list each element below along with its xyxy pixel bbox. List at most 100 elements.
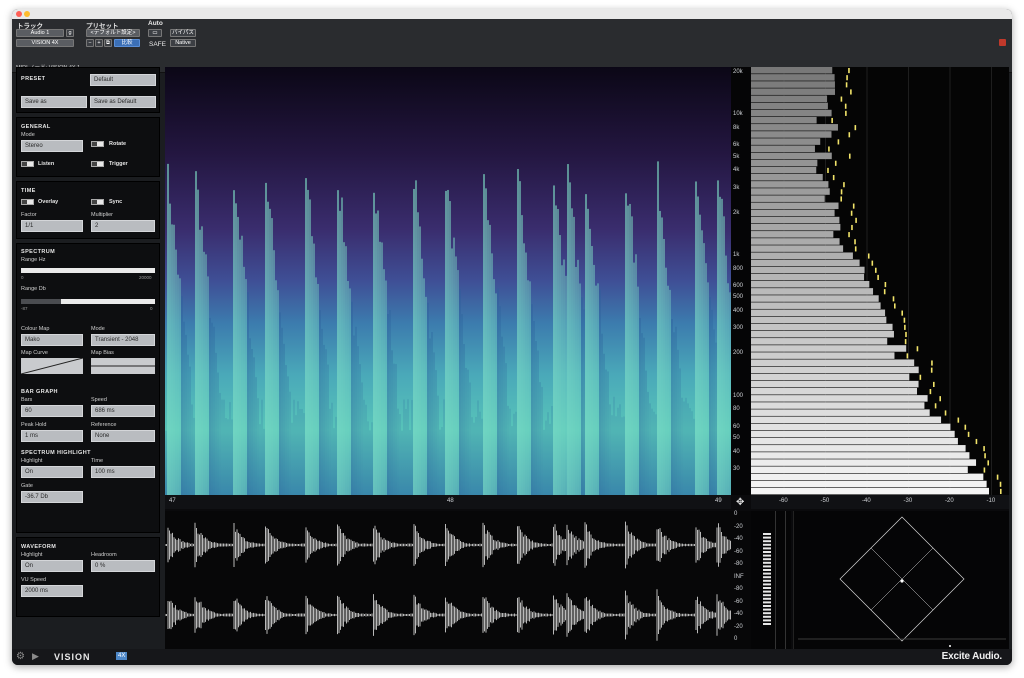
db-label: -30 — [903, 498, 913, 504]
freq-label: 10k — [733, 111, 743, 118]
copy-icon[interactable]: ⧉ — [104, 39, 112, 47]
factor-label: Factor — [21, 212, 37, 218]
wave-scale-label: 0 — [734, 636, 738, 642]
bar-graph[interactable] — [751, 67, 1009, 495]
waveform-title: WAVEFORM — [21, 544, 57, 550]
freq-label: 100 — [733, 392, 744, 399]
save-as-button[interactable]: Save as — [21, 96, 87, 108]
speed-field[interactable]: 686 ms — [91, 405, 155, 417]
compare-button[interactable]: 比較 — [114, 39, 140, 47]
factor-select[interactable]: 1/1 — [21, 220, 83, 232]
db-label: -50 — [820, 498, 830, 504]
track-group-button[interactable]: g — [66, 29, 74, 37]
map-bias-graph[interactable] — [91, 358, 155, 374]
headroom-label: Headroom — [91, 552, 117, 558]
spectrum-panel: SPECTRUM Range Hz 0 20000 Range Db -87 0… — [16, 243, 160, 533]
bypass-button[interactable]: バイパス — [170, 29, 196, 37]
multiplier-label: Multiplier — [91, 212, 114, 218]
freq-label: 2k — [733, 209, 740, 216]
colour-map-select[interactable]: Mako — [21, 334, 83, 346]
spectrum-highlight-title: SPECTRUM HIGHLIGHT — [21, 450, 91, 456]
waveform-display[interactable] — [165, 511, 731, 649]
range-db-min: -87 — [21, 306, 28, 311]
preset-select[interactable]: <デフォルト設定> — [86, 29, 140, 37]
highlight-time-field[interactable]: 100 ms — [91, 466, 155, 478]
db-label: -60 — [779, 498, 788, 504]
frequency-axis: 20k 10k 8k 6k 5k 4k 3k 2k 1k 800 600 500 400 300 200 10… — [731, 67, 751, 495]
close-dot[interactable] — [16, 11, 22, 17]
map-curve-label: Map Curve — [21, 350, 48, 356]
plugin-window: トラック プリセット Auto Audio 1 g VISION 4X <デフォ… — [12, 9, 1012, 665]
freq-label: 500 — [733, 294, 744, 301]
range-db-slider[interactable] — [61, 299, 155, 304]
bar-graph-bars — [751, 67, 989, 495]
wave-scale-label: -20 — [734, 523, 743, 530]
vu-speed-field[interactable]: 2000 ms — [21, 585, 83, 597]
time-label: 47 — [169, 498, 176, 504]
freq-label: 5k — [733, 153, 740, 160]
bars-label: Bars — [21, 397, 33, 403]
close-icon[interactable] — [999, 39, 1006, 46]
preset-plus-button[interactable]: + — [95, 39, 103, 47]
map-curve-graph[interactable] — [21, 358, 83, 374]
spectrogram[interactable] — [165, 67, 731, 495]
wave-scale-label: 0 — [734, 511, 738, 517]
preset-name-field[interactable]: Default — [90, 74, 156, 86]
freq-label: 800 — [733, 265, 744, 272]
reference-label: Reference — [91, 422, 117, 428]
range-hz-slider[interactable] — [21, 268, 155, 273]
vu-meter — [751, 511, 791, 649]
safe-label[interactable]: SAFE — [149, 41, 166, 48]
db-label: -40 — [862, 498, 871, 504]
expand-icon[interactable]: ✥ — [736, 497, 744, 508]
peak-hold-field[interactable]: 1 ms — [21, 430, 83, 442]
highlight-label: Highlight — [21, 458, 43, 464]
general-title: GENERAL — [21, 124, 51, 130]
time-axis: 47 48 49 — [165, 495, 731, 509]
highlight-time-label: Time — [91, 458, 104, 464]
rotate-toggle[interactable] — [91, 141, 104, 147]
multiplier-field[interactable]: 2 — [91, 220, 155, 232]
preset-panel: PRESET Default Save as Save as Default — [16, 67, 160, 113]
gate-label: Gate — [21, 483, 33, 489]
brand-logo: Excite Audio. — [941, 651, 1003, 662]
preset-minus-button[interactable]: − — [86, 39, 94, 47]
freq-label: 40 — [733, 448, 740, 455]
highlight-select[interactable]: On — [21, 466, 83, 478]
headroom-field[interactable]: 0 % — [91, 560, 155, 572]
range-db-slider-track[interactable] — [21, 299, 61, 304]
auto-label: Auto — [148, 20, 163, 27]
range-db-label: Range Db — [21, 286, 46, 292]
minimize-dot[interactable] — [24, 11, 30, 17]
freq-label: 6k — [733, 142, 740, 149]
settings-icon[interactable]: ⚙ — [16, 651, 25, 662]
freq-label: 4k — [733, 167, 740, 174]
wave-scale-label: -80 — [734, 586, 743, 592]
wave-scale-label: -60 — [734, 548, 743, 555]
range-db-max: 0 — [150, 306, 153, 311]
save-as-default-button[interactable]: Save as Default — [90, 96, 156, 108]
spectrum-mode-select[interactable]: Transient - 2048 — [91, 334, 155, 346]
freq-label: 600 — [733, 283, 744, 290]
mode-select[interactable]: Stereo — [21, 140, 83, 152]
track-select[interactable]: Audio 1 — [16, 29, 64, 37]
reference-select[interactable]: None — [91, 430, 155, 442]
automation-icon[interactable]: ▭ — [148, 29, 162, 37]
freq-label: 200 — [733, 350, 744, 357]
vectorscope[interactable] — [793, 511, 1009, 649]
freq-label: 50 — [733, 434, 740, 441]
bars-field[interactable]: 60 — [21, 405, 83, 417]
trigger-toggle[interactable] — [91, 161, 104, 167]
time-label: 49 — [715, 498, 722, 504]
play-icon[interactable]: ▶ — [32, 651, 39, 662]
listen-toggle[interactable] — [21, 161, 34, 167]
db-axis: -60 -50 -40 -30 -20 -10 — [751, 495, 1009, 509]
overlay-toggle[interactable] — [21, 199, 34, 205]
waveform-highlight-select[interactable]: On — [21, 560, 83, 572]
bar-graph-title: BAR GRAPH — [21, 389, 58, 395]
native-button[interactable]: Native — [170, 39, 196, 47]
plugin-select[interactable]: VISION 4X — [16, 39, 74, 47]
gate-field[interactable]: -36.7 Db — [21, 491, 83, 503]
wave-scale-label: -20 — [734, 623, 743, 630]
sync-toggle[interactable] — [91, 199, 104, 205]
